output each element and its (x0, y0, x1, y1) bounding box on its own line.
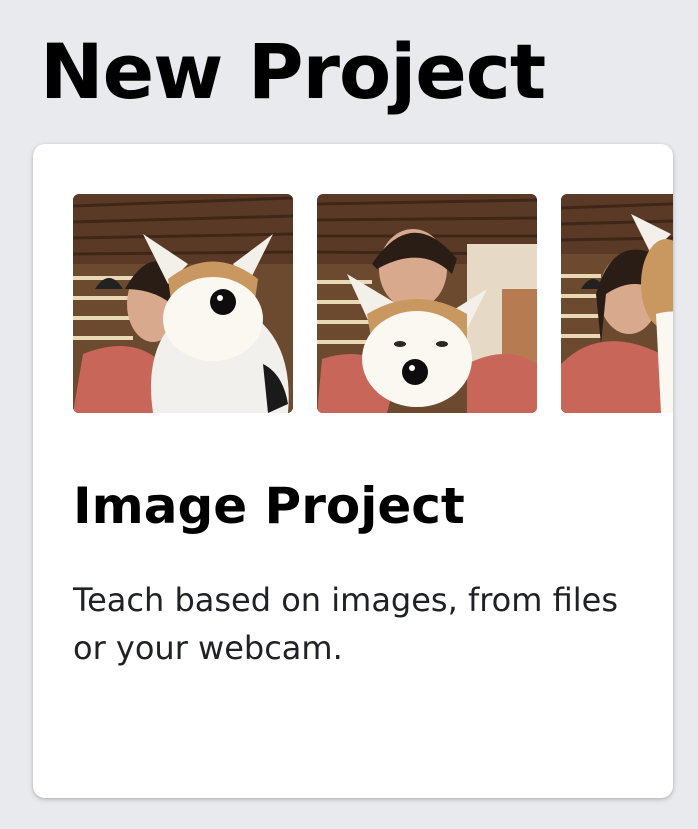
new-project-page: New Project Image Project Teach based on… (0, 0, 698, 829)
thumbnail-image (73, 194, 293, 413)
card-title: Image Project (73, 477, 465, 535)
image-project-card[interactable]: Image Project Teach based on images, fro… (33, 144, 673, 798)
card-description: Teach based on images, from files or you… (73, 581, 618, 667)
page-title: New Project (40, 27, 546, 116)
thumbnail-image (317, 194, 537, 413)
thumbnail-image (561, 194, 673, 413)
